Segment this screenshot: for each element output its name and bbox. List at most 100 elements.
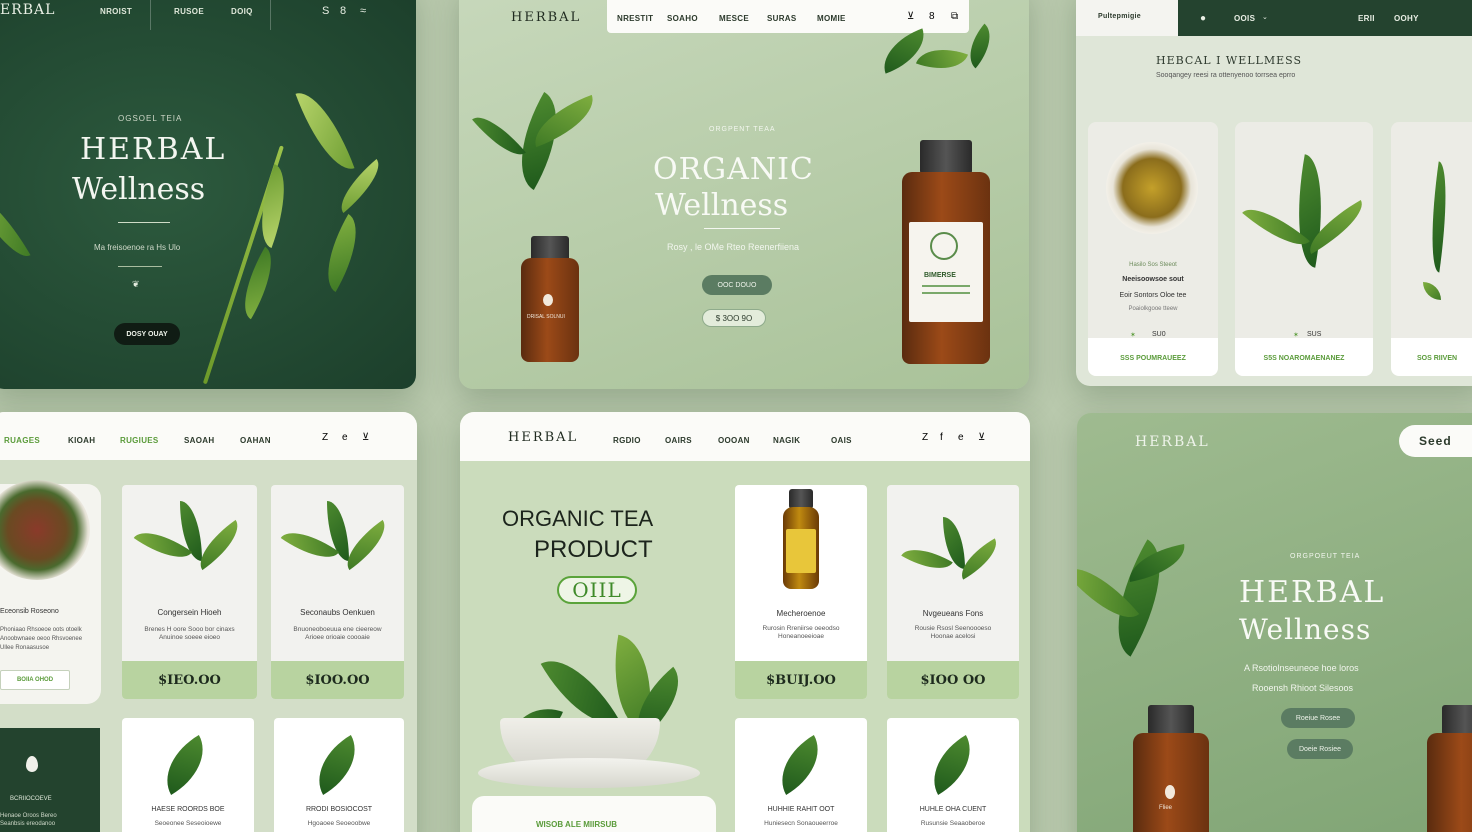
leaf-ornament-icon: ❦	[132, 279, 140, 289]
nav-link[interactable]: RGDIO	[613, 436, 641, 445]
hero-subtitle: Wellness	[72, 172, 206, 207]
oil-bottle-large: BIMERSE	[902, 140, 990, 364]
card-footer-link[interactable]: S5S NOAROMAENANEZ	[1235, 355, 1373, 362]
hero-tagline: Ma freisoenoe ra Hs Ulo	[94, 243, 181, 252]
card-title: Nvgeueans Fons	[922, 609, 984, 618]
hero-subtitle: PRODUCT	[534, 536, 653, 563]
shop-button[interactable]: OOC DOUO	[702, 275, 772, 295]
dark-promo-card[interactable]: BCRIIOCOEVE Henaoe Oroos Bereo Seanbsis …	[0, 728, 100, 832]
product-card[interactable]: HUHLE OHA CUENT Rusunsie Seaaoberoe	[887, 718, 1019, 832]
card-description: Henaoe Oroos Bereo Seanbsis ereodanoo	[0, 813, 57, 828]
nav-link[interactable]: ERII	[1358, 14, 1375, 23]
panel-herbal-wellness-hero: HERBAL Seed ORGPOEUT TEIA HERBAL Wellnes…	[1077, 413, 1472, 832]
search-pill[interactable]: Seed	[1399, 425, 1472, 457]
cart-icon[interactable]: ⧉	[951, 11, 958, 22]
nav-link[interactable]: RUSOE	[174, 7, 204, 16]
section-subtitle: Sooqangey reesi ra ottenyenoo torrsea ep…	[1156, 72, 1296, 79]
card-description: Rousie Rsosl Seenoooeso Hoonae acelosi	[914, 625, 992, 641]
share-icon[interactable]: S	[322, 5, 329, 17]
bowl-plate	[478, 758, 700, 788]
nav-link[interactable]: OAIRS	[665, 436, 692, 445]
price: $IEO.OO	[158, 672, 221, 688]
nav-link[interactable]: RUAGES	[4, 436, 40, 445]
nav-link[interactable]: SAOAH	[184, 436, 214, 445]
bottle-label: BIMERSE	[924, 272, 956, 279]
card-title: RRODI BOSIOCOST	[305, 806, 373, 813]
featured-card[interactable]: Eceonsib Roseono Phoniaao Rhsoeoe oots o…	[0, 480, 101, 704]
menu-icon[interactable]: ≈	[360, 5, 366, 17]
user-icon[interactable]: ●	[1200, 13, 1206, 24]
card-footer-link[interactable]: SOS RIIVEN	[1417, 355, 1457, 362]
card-description: Rusunsie Seaaoberoe	[920, 820, 986, 827]
nav-link[interactable]: OAIS	[831, 436, 852, 445]
price-band: $IOO OO	[887, 661, 1019, 699]
product-card[interactable]: Mecheroenoe Rurosin Rreniirse oeeodso Ho…	[735, 485, 867, 699]
brand-logo[interactable]: HERBAL	[1135, 434, 1210, 450]
nav-link[interactable]: DOIQ	[231, 7, 253, 16]
oil-bottle	[1427, 705, 1472, 832]
share-icon[interactable]: Z	[922, 432, 928, 443]
panel-herbal-dark-hero: ERBAL NROIST RUSOE DOIQ S 8 ≈ OGSOEL TEI…	[0, 0, 416, 389]
share-icon[interactable]: Z	[322, 432, 328, 443]
user-icon[interactable]: 8	[340, 5, 346, 17]
footer-card[interactable]: WISOB ALE MIIRSUB	[472, 796, 716, 832]
cta-button[interactable]: DOSY OUAY	[114, 323, 180, 345]
filter-icon[interactable]: ⊻	[907, 11, 914, 22]
nav-link[interactable]: NAGIK	[773, 436, 800, 445]
product-card[interactable]: HAESE ROORDS BOE Seoeonee Seseoioewe	[122, 718, 254, 832]
user-icon[interactable]: e	[342, 432, 348, 443]
card-title: Hasilo Sos Steeot	[1129, 262, 1177, 268]
price: $BUIJ.OO	[766, 672, 836, 688]
card-title: Eceonsib Roseono	[0, 608, 59, 615]
product-card[interactable]: RRODI BOSIOCOST Hgoaoee Seoeoobwe	[274, 718, 404, 832]
product-card[interactable]: Seconaubs Oenkuen Bnuoneoboeuua ene ciee…	[271, 485, 404, 699]
nav-link[interactable]: NRESTIT	[617, 14, 653, 23]
nav-link[interactable]: OAHAN	[240, 436, 271, 445]
oil-drop-icon	[1165, 785, 1175, 799]
card-rating: SUS	[1307, 331, 1322, 338]
nav-link[interactable]: OOIS	[1234, 14, 1255, 23]
leaf	[295, 83, 355, 179]
nav-link[interactable]: OOOAN	[718, 436, 750, 445]
nav-link[interactable]: RUGIUES	[120, 436, 159, 445]
nav-link[interactable]: MOMIE	[817, 14, 846, 23]
price-badge[interactable]: $ 3OO 9O	[702, 309, 766, 327]
card-title: BCRIIOCOEVE	[10, 796, 52, 802]
hero-title: ORGANIC	[653, 152, 814, 187]
oil-badge[interactable]: OIIL	[557, 576, 637, 604]
eyebrow-text: OGSOEL TEIA	[118, 114, 183, 123]
user-icon[interactable]: 8	[929, 11, 935, 22]
product-card[interactable]: HUHHIE RAHIT OOT Huniesecn Sonaoueerroe	[735, 718, 867, 832]
nav-link[interactable]: MESCE	[719, 14, 749, 23]
nav-link[interactable]: KIOAH	[68, 436, 95, 445]
herb-leaf	[304, 735, 370, 795]
nav-link[interactable]: SURAS	[767, 14, 797, 23]
secondary-button[interactable]: Doeie Rosiee	[1287, 739, 1353, 759]
card-button[interactable]: BOIIA OHOD	[0, 670, 70, 690]
product-card[interactable]: Hasilo Sos Steeot Neeisoowsoe sout Eoir …	[1088, 122, 1218, 376]
hero-title: HERBAL	[1239, 575, 1386, 610]
cart-icon[interactable]: ⊻	[362, 432, 369, 443]
price-band: $IOO.OO	[271, 661, 404, 699]
product-card[interactable]: ✶ SUS S5S NOAROMAENANEZ	[1235, 122, 1373, 376]
nav-active-tab[interactable]: Pultepmigie	[1076, 0, 1178, 36]
nav-link[interactable]: SOAHO	[667, 14, 698, 23]
nav-link[interactable]: NROIST	[100, 7, 132, 16]
product-card[interactable]: Nvgeueans Fons Rousie Rsosl Seenoooeso H…	[887, 485, 1019, 699]
user-icon[interactable]: e	[958, 432, 964, 443]
card-footer-link[interactable]: SSS POUMRAUEEZ	[1088, 355, 1218, 362]
tea-bowl-image	[0, 480, 90, 580]
brand-logo[interactable]: ERBAL	[0, 2, 55, 18]
product-card[interactable]: Congersein Hioeh Brenes H oore Sooo bor …	[122, 485, 257, 699]
herb-leaf	[875, 28, 933, 74]
primary-button[interactable]: Roeiue Rosee	[1281, 708, 1355, 728]
nav-link[interactable]: OOHY	[1394, 14, 1419, 23]
brand-logo[interactable]: HERBAL	[511, 10, 581, 25]
product-card[interactable]: SOS RIIVEN	[1391, 122, 1472, 376]
leaf	[0, 185, 31, 267]
card-description: Bnuoneoboeuua ene cieereow Arioee orioai…	[293, 626, 382, 642]
facebook-icon[interactable]: f	[940, 432, 943, 443]
cart-icon[interactable]: ⊻	[978, 432, 985, 443]
chevron-down-icon[interactable]: ⌄	[1262, 13, 1268, 21]
brand-logo[interactable]: HERBAL	[508, 430, 578, 445]
